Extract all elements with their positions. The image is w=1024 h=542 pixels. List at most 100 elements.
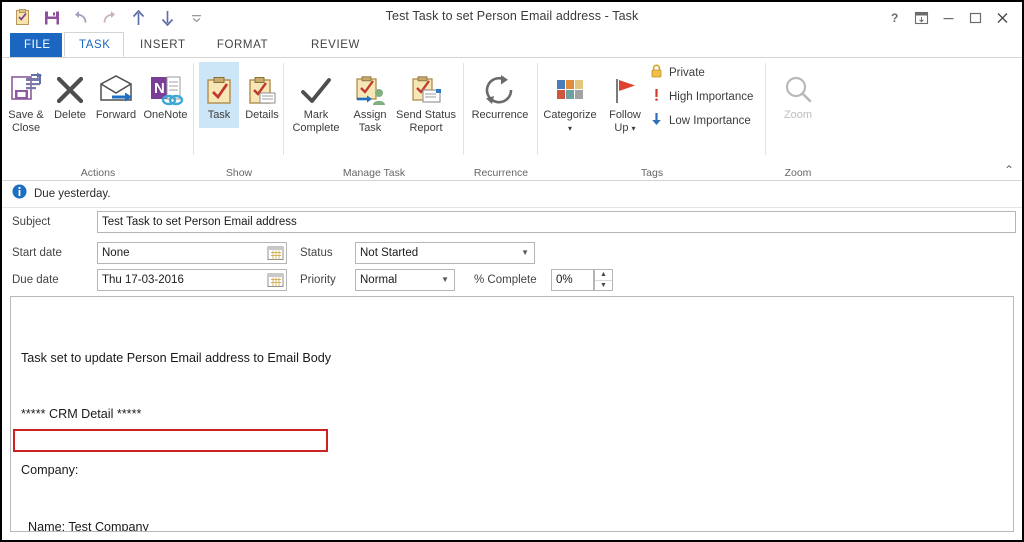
lock-icon [650, 64, 663, 81]
ribbon-display-options-button[interactable] [908, 6, 935, 29]
task-body-area[interactable]: Task set to update Person Email address … [10, 296, 1014, 532]
collapse-ribbon-button[interactable]: ⌃ [1004, 163, 1014, 177]
start-date-label: Start date [12, 247, 62, 259]
checkmark-icon [299, 62, 333, 106]
recurrence-button[interactable]: Recurrence [464, 62, 536, 122]
low-importance-toggle[interactable]: Low Importance [650, 112, 751, 129]
body-line: Company: [21, 463, 79, 478]
status-label: Status [300, 247, 333, 259]
next-item-icon[interactable] [153, 5, 182, 30]
calendar-icon[interactable] [267, 246, 284, 261]
high-importance-label: High Importance [669, 90, 754, 103]
body-line: Name: Test Company [21, 519, 149, 532]
save-icon[interactable] [37, 5, 66, 30]
tab-task[interactable]: TASK [64, 32, 124, 57]
undo-icon[interactable] [66, 5, 95, 30]
task-view-label: Task [207, 109, 231, 121]
forward-label: Forward [95, 109, 137, 121]
quick-access-toolbar [8, 5, 211, 30]
maximize-button[interactable] [962, 6, 989, 29]
stepper-up-icon[interactable]: ▲ [595, 270, 612, 281]
assign-task-button[interactable]: Assign Task [346, 62, 394, 135]
onenote-icon: N [149, 62, 183, 106]
ribbon-group-tags: Categorize ▾ Follow Up ▾ Private High Im… [538, 58, 766, 179]
onenote-button[interactable]: N OneNote [138, 62, 193, 122]
recurrence-circular-arrows-icon [483, 62, 517, 106]
categorize-label: Categorize ▾ [543, 109, 597, 133]
details-clipboard-icon [247, 62, 277, 106]
redo-icon[interactable] [95, 5, 124, 30]
mark-complete-button[interactable]: Mark Complete [288, 62, 344, 135]
calendar-icon[interactable] [267, 273, 284, 288]
info-icon [12, 184, 27, 204]
window-controls: ? [881, 6, 1016, 29]
stepper-down-icon[interactable]: ▼ [595, 281, 612, 291]
save-and-close-label: Save & Close [8, 109, 44, 134]
send-status-report-button[interactable]: Send Status Report [394, 62, 458, 135]
customize-quick-access-toolbar-icon[interactable] [182, 5, 211, 30]
info-bar: Due yesterday. [2, 181, 1022, 208]
details-view-label: Details [245, 109, 279, 121]
down-arrow-icon [650, 112, 663, 129]
priority-label: Priority [300, 274, 336, 286]
details-view-button[interactable]: Details [239, 62, 285, 122]
forward-envelope-icon [98, 62, 134, 106]
svg-text:N: N [154, 80, 165, 97]
zoom-label: Zoom [783, 109, 813, 121]
ribbon-group-label-zoom: Zoom [784, 167, 812, 179]
delete-label: Delete [54, 109, 86, 121]
close-button[interactable] [989, 6, 1016, 29]
high-importance-toggle[interactable]: High Importance [650, 88, 753, 105]
start-date-input[interactable]: None [97, 242, 287, 264]
percent-complete-stepper[interactable]: ▲ ▼ [594, 269, 613, 291]
recurrence-label: Recurrence [471, 109, 529, 121]
ribbon-group-recurrence: Recurrence Recurrence [464, 58, 538, 179]
ribbon-group-show: Task Details Show [194, 58, 285, 179]
body-line: Task set to update Person Email address … [21, 350, 332, 365]
low-importance-label: Low Importance [669, 114, 751, 127]
send-status-report-icon [409, 62, 443, 106]
private-toggle[interactable]: Private [650, 64, 705, 81]
previous-item-icon[interactable] [124, 5, 153, 30]
save-and-close-button[interactable]: Save & Close [2, 62, 50, 135]
categorize-grid-icon [553, 62, 587, 106]
task-clipboard-icon [204, 62, 234, 106]
chevron-down-icon: ▼ [521, 248, 529, 257]
info-bar-text: Due yesterday. [34, 188, 111, 200]
percent-complete-input[interactable]: 0% [551, 269, 594, 291]
svg-text:?: ? [891, 11, 898, 25]
due-date-value: Thu 17-03-2016 [102, 274, 184, 286]
ribbon-group-label-tags: Tags [640, 167, 664, 179]
ribbon-group-actions: Save & Close Delete Forward N OneNote Ac… [2, 58, 194, 179]
follow-up-button[interactable]: Follow Up ▾ [604, 62, 646, 135]
chevron-down-icon: ▼ [441, 275, 449, 284]
minimize-button[interactable] [935, 6, 962, 29]
tab-format-text[interactable]: FORMAT TEXT [190, 33, 295, 75]
private-label: Private [669, 66, 705, 79]
tab-insert[interactable]: INSERT [126, 33, 188, 57]
percent-complete-label: % Complete [474, 274, 537, 286]
status-select[interactable]: Not Started ▼ [355, 242, 535, 264]
magnifier-icon [782, 62, 814, 106]
ribbon-group-manage-task: Mark Complete Assign Task Send Status Re… [284, 58, 464, 179]
follow-up-label: Follow Up ▾ [609, 109, 641, 134]
task-view-button[interactable]: Task [199, 62, 239, 128]
zoom-button[interactable]: Zoom [768, 62, 828, 122]
due-date-label: Due date [12, 274, 59, 286]
categorize-button[interactable]: Categorize ▾ [540, 62, 600, 135]
due-date-input[interactable]: Thu 17-03-2016 [97, 269, 287, 291]
mark-complete-label: Mark Complete [292, 109, 340, 134]
task-icon[interactable] [8, 5, 37, 30]
follow-up-flag-icon [610, 62, 640, 106]
ribbon-group-label-actions: Actions [80, 167, 116, 179]
task-body-text[interactable]: Task set to update Person Email address … [21, 311, 1005, 532]
delete-x-icon [54, 62, 86, 106]
delete-button[interactable]: Delete [46, 62, 94, 122]
priority-select[interactable]: Normal ▼ [355, 269, 455, 291]
ribbon-group-zoom: Zoom Zoom [766, 58, 830, 179]
help-button[interactable]: ? [881, 6, 908, 29]
tab-review[interactable]: REVIEW [297, 33, 369, 57]
tab-file[interactable]: FILE [10, 33, 62, 57]
forward-button[interactable]: Forward [90, 62, 142, 122]
subject-input[interactable]: Test Task to set Person Email address [97, 211, 1016, 233]
